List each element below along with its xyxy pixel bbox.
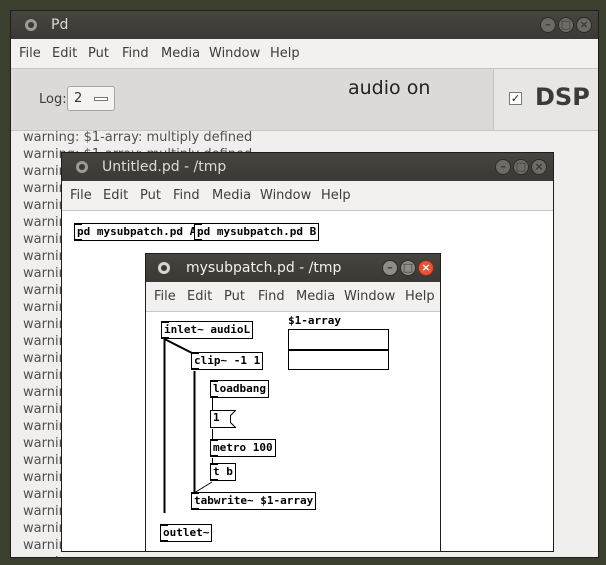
- menu-put[interactable]: Put: [140, 188, 161, 203]
- log-line: warning: $1-array: multiply defined: [23, 130, 253, 145]
- menu-media[interactable]: Media: [212, 188, 251, 203]
- subpatch-menubar: File Edit Put Find Media Window Help: [146, 282, 440, 312]
- window-menu-icon[interactable]: [76, 161, 88, 173]
- menu-window[interactable]: Window: [344, 289, 395, 304]
- control-panel: Log: 2 audio on ✓ DSP: [11, 69, 598, 131]
- menu-help[interactable]: Help: [321, 188, 351, 203]
- menu-find[interactable]: Find: [122, 46, 149, 61]
- untitled-menubar: File Edit Put Find Media Window Help: [62, 181, 553, 211]
- menu-find[interactable]: Find: [258, 289, 285, 304]
- close-icon[interactable]: ×: [531, 159, 547, 175]
- log-level-value: 2: [74, 91, 83, 106]
- maximize-icon[interactable]: □: [400, 260, 416, 276]
- minimize-icon[interactable]: –: [540, 17, 556, 33]
- array-graph[interactable]: [288, 329, 389, 370]
- window-title: Untitled.pd - /tmp: [102, 159, 227, 175]
- subpatch-titlebar[interactable]: mysubpatch.pd - /tmp – □ ×: [146, 254, 440, 282]
- window-menu-icon[interactable]: [25, 19, 37, 31]
- close-icon[interactable]: ×: [418, 260, 434, 276]
- menu-put[interactable]: Put: [88, 46, 109, 61]
- array-label: $1-array: [288, 314, 341, 327]
- outlet-object[interactable]: outlet~: [160, 524, 213, 542]
- dsp-label: DSP: [535, 83, 590, 111]
- pd-main-menubar: File Edit Put Find Media Window Help: [11, 39, 598, 69]
- menu-media[interactable]: Media: [161, 46, 200, 61]
- log-level-select[interactable]: 2: [67, 86, 115, 111]
- menu-window[interactable]: Window: [209, 46, 260, 61]
- menu-file[interactable]: File: [70, 188, 92, 203]
- log-line: warning: [23, 554, 75, 557]
- menu-help[interactable]: Help: [270, 46, 300, 61]
- clip-object[interactable]: clip~ -1 1: [191, 352, 264, 370]
- maximize-icon[interactable]: □: [513, 159, 529, 175]
- subpatch-object-a[interactable]: pd mysubpatch.pd A: [74, 223, 200, 241]
- menu-help[interactable]: Help: [405, 289, 435, 304]
- maximize-icon[interactable]: □: [558, 17, 574, 33]
- loadbang-object[interactable]: loadbang: [210, 380, 269, 398]
- subpatch-canvas[interactable]: inlet~ audioL clip~ -1 1 loadbang 1 metr…: [146, 312, 440, 551]
- menu-put[interactable]: Put: [224, 289, 245, 304]
- minimize-icon[interactable]: –: [495, 159, 511, 175]
- menu-file[interactable]: File: [19, 46, 41, 61]
- dsp-panel: ✓ DSP: [493, 69, 598, 130]
- menu-edit[interactable]: Edit: [187, 289, 212, 304]
- dsp-checkbox[interactable]: ✓: [509, 92, 522, 105]
- audio-status: audio on: [348, 77, 431, 99]
- subpatch-object-b[interactable]: pd mysubpatch.pd B: [194, 223, 320, 241]
- message-box[interactable]: 1: [210, 410, 236, 428]
- close-icon[interactable]: ×: [576, 17, 592, 33]
- menu-file[interactable]: File: [154, 289, 176, 304]
- menu-edit[interactable]: Edit: [103, 188, 128, 203]
- window-menu-icon[interactable]: [158, 262, 170, 274]
- subpatch-window: mysubpatch.pd - /tmp – □ × File Edit Put…: [145, 253, 441, 552]
- window-title: mysubpatch.pd - /tmp: [186, 260, 342, 276]
- trigger-object[interactable]: t b: [210, 463, 236, 481]
- pd-main-titlebar[interactable]: Pd – □ ×: [11, 11, 598, 39]
- dropdown-icon: [94, 97, 108, 101]
- menu-find[interactable]: Find: [173, 188, 200, 203]
- window-title: Pd: [51, 17, 69, 33]
- log-label: Log:: [39, 92, 67, 107]
- untitled-titlebar[interactable]: Untitled.pd - /tmp – □ ×: [62, 153, 553, 181]
- metro-object[interactable]: metro 100: [210, 439, 276, 457]
- inlet-object[interactable]: inlet~ audioL: [161, 321, 254, 339]
- array-zero-line: [289, 349, 388, 351]
- minimize-icon[interactable]: –: [382, 260, 398, 276]
- message-text: 1: [213, 411, 220, 424]
- menu-media[interactable]: Media: [296, 289, 335, 304]
- tabwrite-object[interactable]: tabwrite~ $1-array: [191, 492, 317, 510]
- menu-edit[interactable]: Edit: [52, 46, 77, 61]
- menu-window[interactable]: Window: [260, 188, 311, 203]
